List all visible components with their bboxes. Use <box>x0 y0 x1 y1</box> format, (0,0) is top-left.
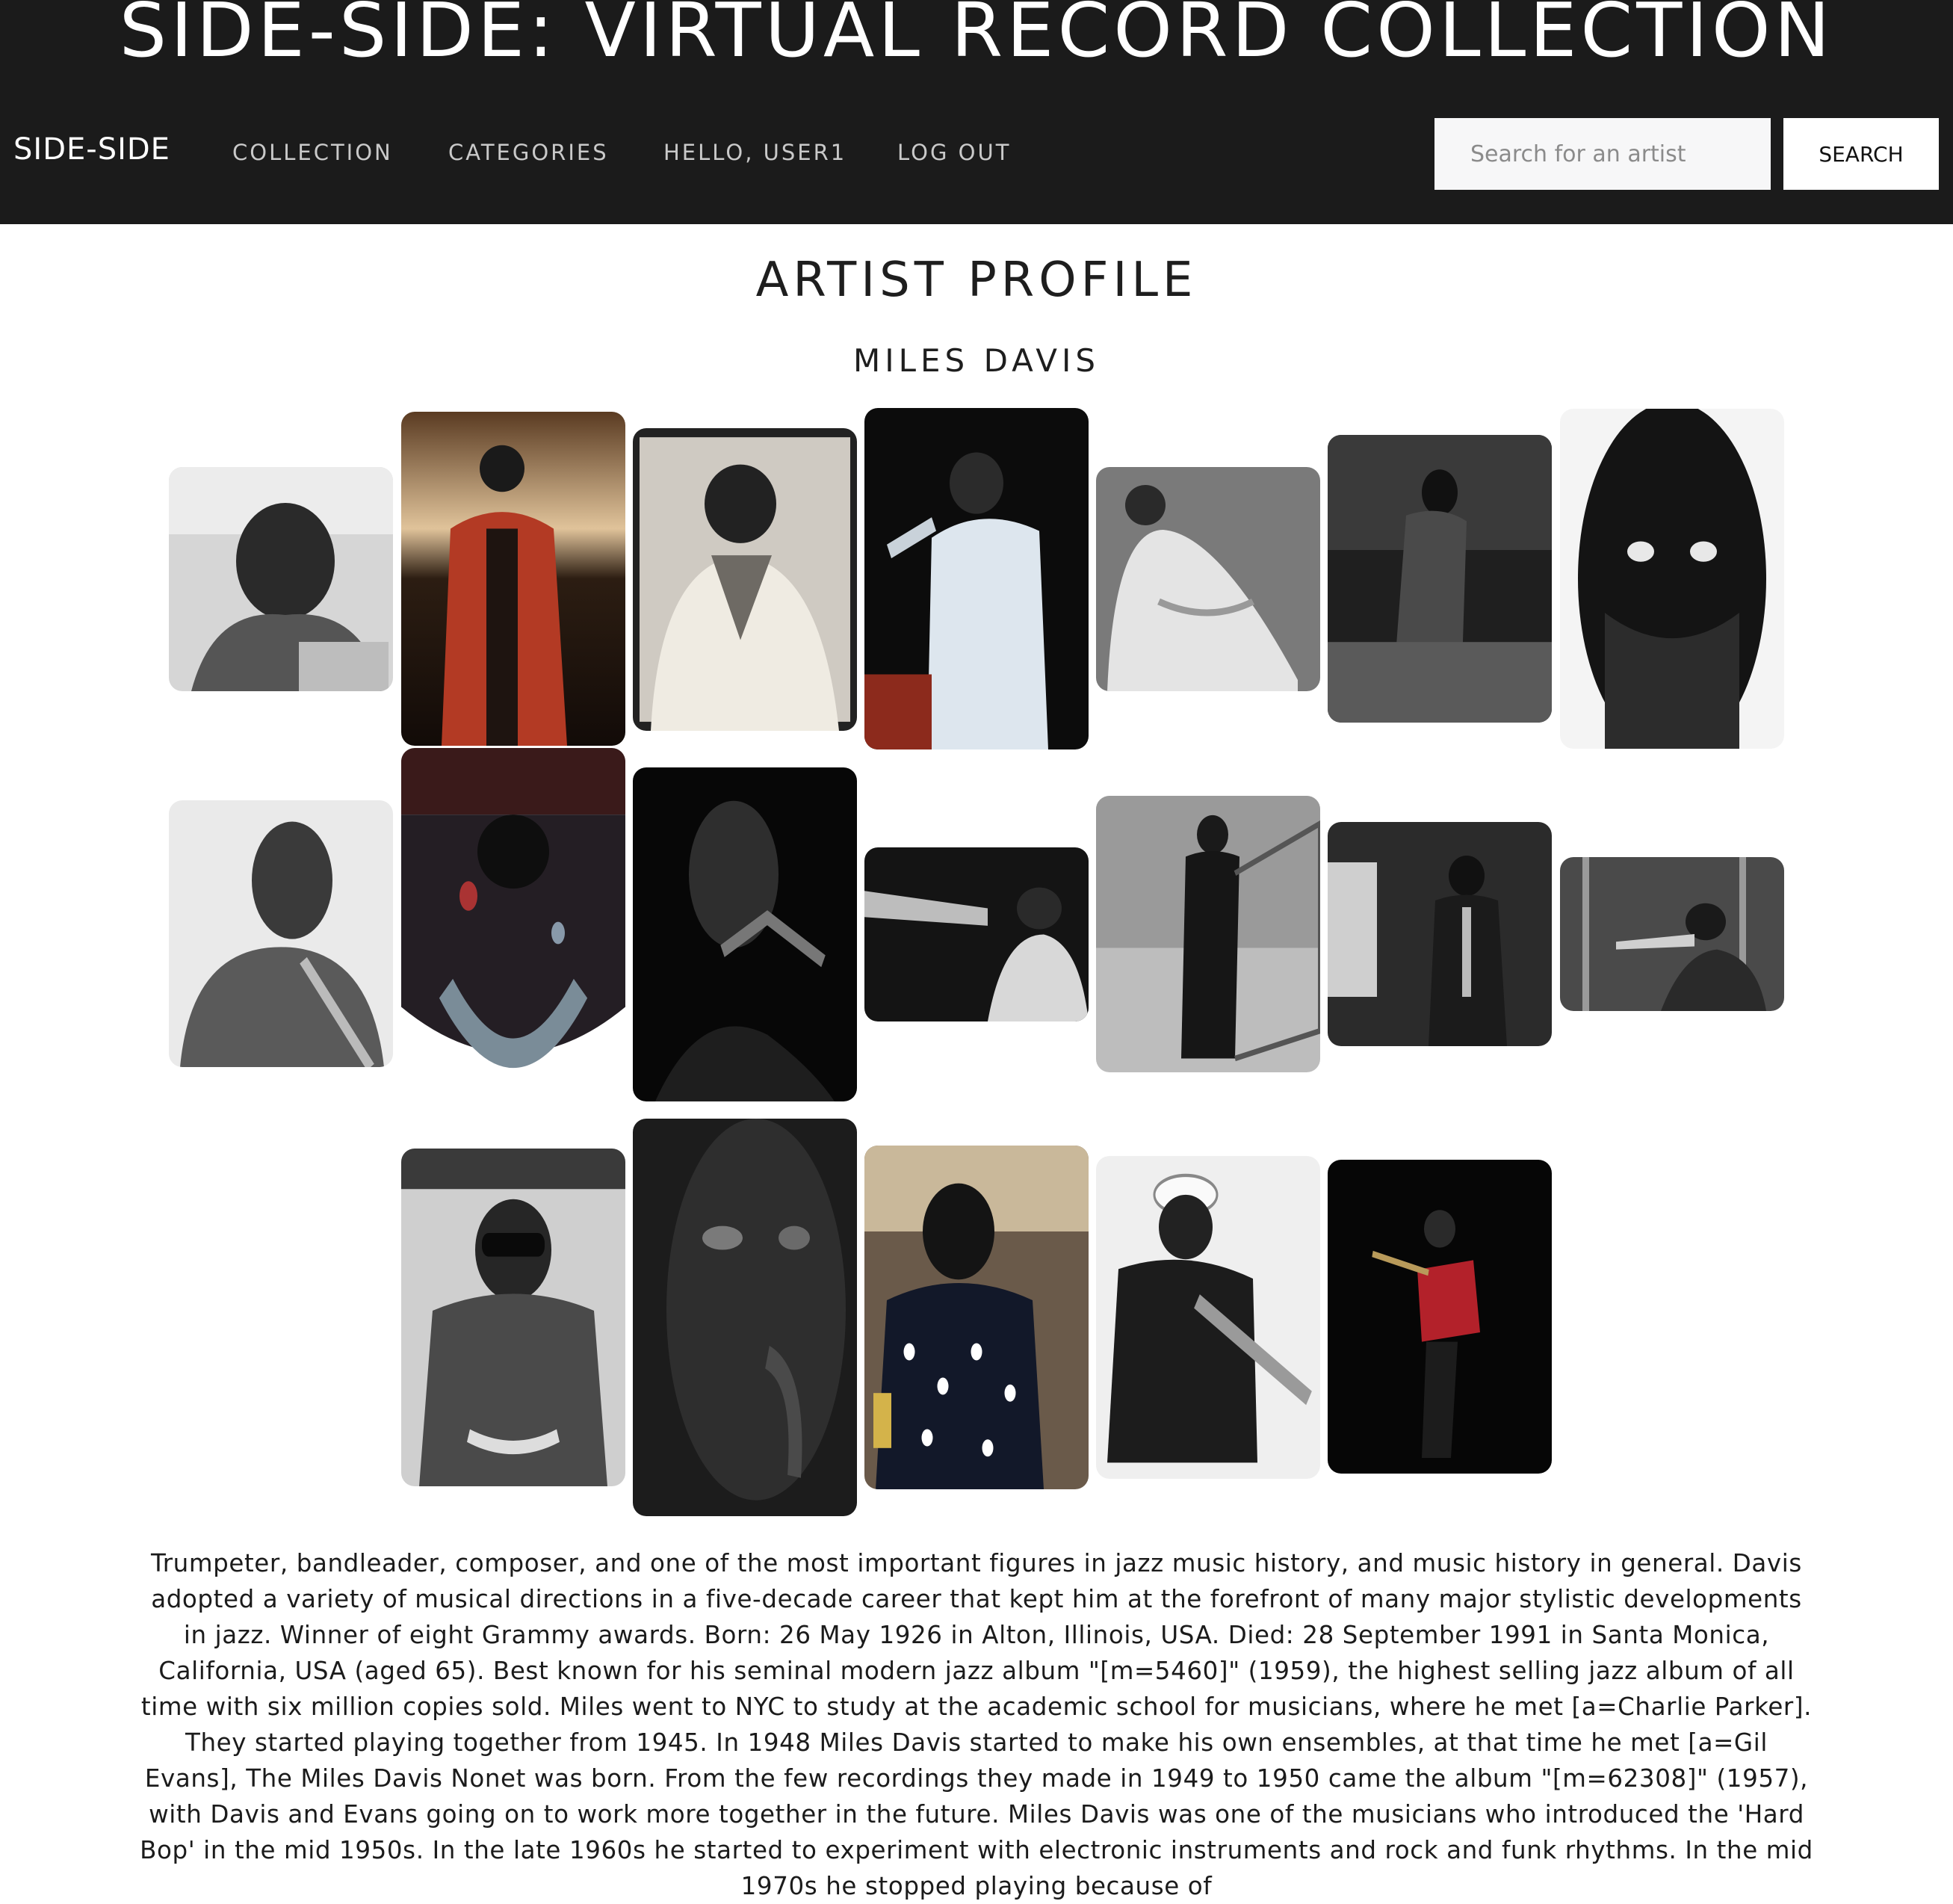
artist-photo[interactable] <box>864 1146 1089 1489</box>
search-button[interactable]: SEARCH <box>1783 118 1939 190</box>
artist-photo[interactable] <box>401 1149 625 1486</box>
artist-photo[interactable] <box>169 467 393 691</box>
artist-photo[interactable] <box>1328 1160 1552 1474</box>
artist-photo[interactable] <box>401 412 625 746</box>
artist-photo[interactable] <box>1328 435 1552 723</box>
page-title: ARTIST PROFILE <box>755 253 1198 308</box>
artist-photo[interactable] <box>401 748 625 1118</box>
artist-name: MILES DAVIS <box>853 342 1100 379</box>
artist-photo[interactable] <box>633 1119 857 1516</box>
artist-photo[interactable] <box>1096 1156 1320 1479</box>
artist-photo[interactable] <box>633 767 857 1101</box>
artist-bio: Trumpeter, bandleader, composer, and one… <box>140 1549 1813 1900</box>
artist-photo[interactable] <box>633 428 857 731</box>
artist-photo[interactable] <box>1560 857 1784 1011</box>
nav-logout-link[interactable]: LOG OUT <box>897 140 1011 165</box>
artist-photo[interactable] <box>1560 409 1784 749</box>
site-title: SIDE-SIDE: VIRTUAL RECORD COLLECTION <box>119 0 1834 74</box>
nav-collection-link[interactable]: COLLECTION <box>232 140 393 165</box>
brand-logo-link[interactable]: SIDE-SIDE <box>13 132 170 167</box>
artist-search-input[interactable] <box>1434 118 1771 190</box>
artist-photo[interactable] <box>1328 822 1552 1046</box>
nav-user-greeting-link[interactable]: HELLO, USER1 <box>663 140 846 165</box>
nav-categories-link[interactable]: CATEGORIES <box>448 140 609 165</box>
artist-photo[interactable] <box>864 408 1089 749</box>
artist-photo[interactable] <box>864 847 1089 1021</box>
top-header: SIDE-SIDE: VIRTUAL RECORD COLLECTION SID… <box>0 0 1953 224</box>
artist-photo[interactable] <box>1096 796 1320 1072</box>
artist-photo[interactable] <box>1096 467 1320 691</box>
artist-photo[interactable] <box>169 800 393 1067</box>
